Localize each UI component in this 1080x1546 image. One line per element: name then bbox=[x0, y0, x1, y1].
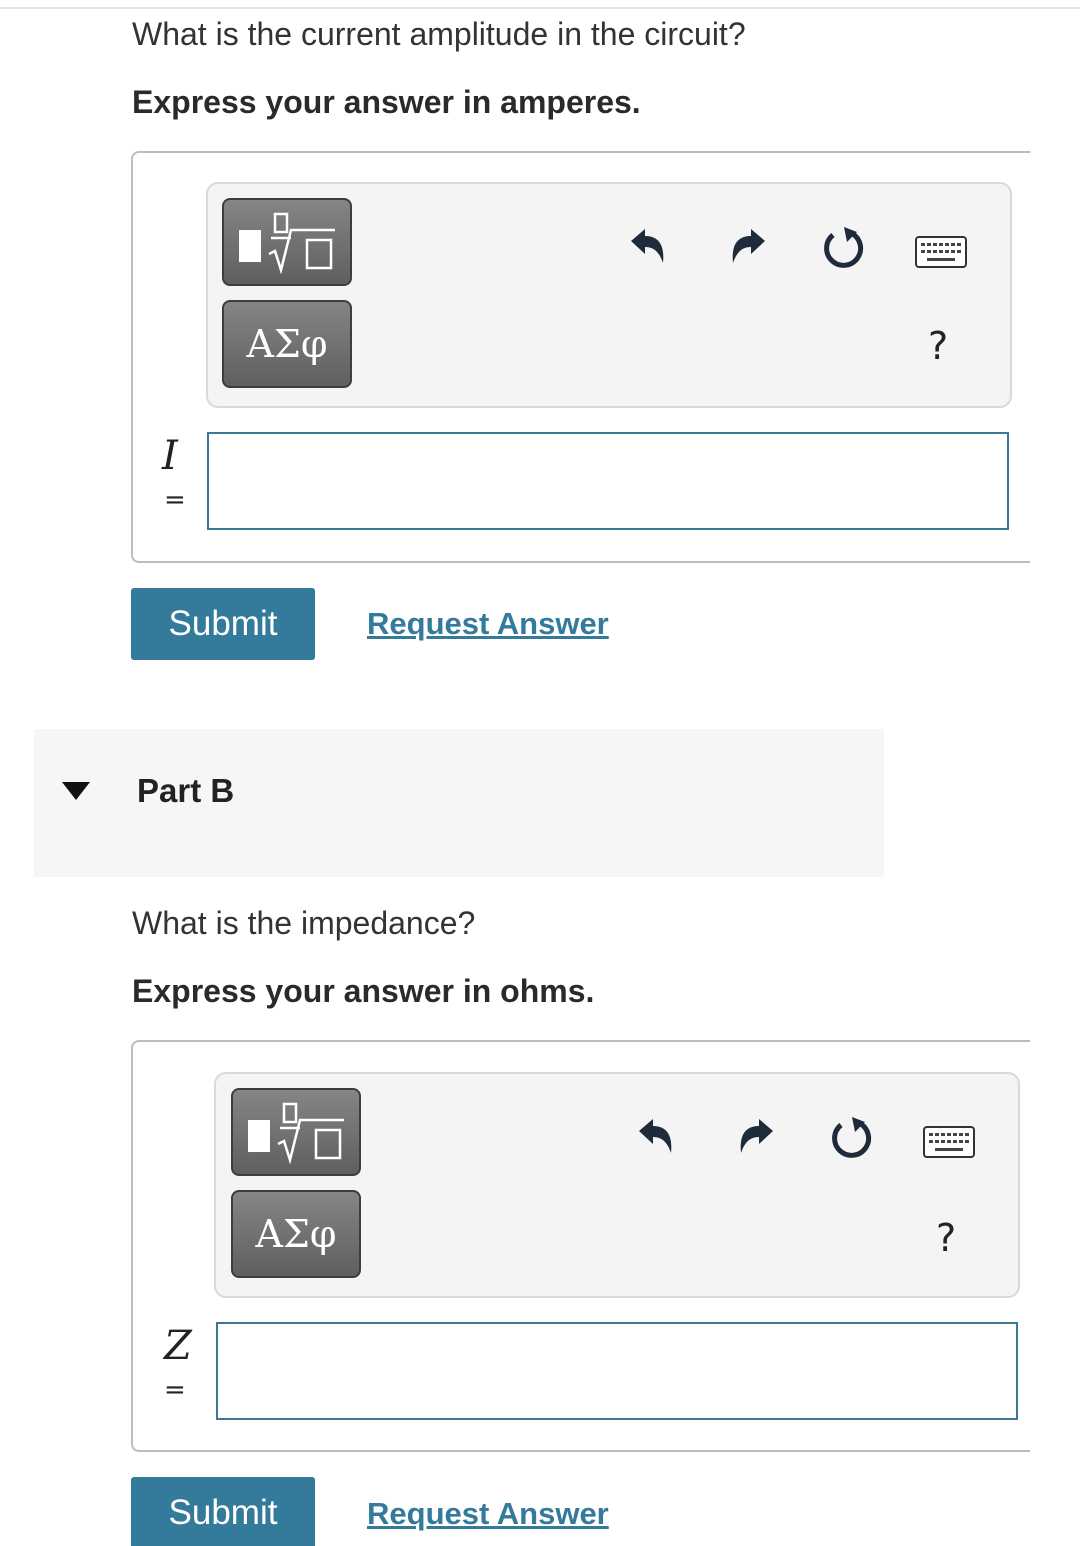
answer-input[interactable] bbox=[207, 432, 1009, 530]
variable-label: Z bbox=[164, 1323, 192, 1369]
reset-button[interactable] bbox=[820, 224, 868, 272]
reset-button[interactable] bbox=[828, 1114, 876, 1162]
answer-box: ΑΣφ bbox=[131, 151, 1030, 563]
answer-box: ΑΣφ bbox=[131, 1040, 1030, 1452]
greek-symbols-button[interactable]: ΑΣφ bbox=[231, 1190, 361, 1278]
help-button[interactable]: ? bbox=[936, 1216, 956, 1260]
part-title: Part B bbox=[137, 772, 235, 809]
answer-instruction: Express your answer in amperes. bbox=[132, 84, 641, 120]
templates-button[interactable] bbox=[231, 1088, 361, 1176]
undo-button[interactable] bbox=[634, 1114, 678, 1158]
keyboard-button[interactable] bbox=[922, 1124, 976, 1160]
submit-button[interactable]: Submit bbox=[131, 588, 315, 660]
request-answer-link[interactable]: Request Answer bbox=[367, 1496, 609, 1532]
reset-icon bbox=[832, 1117, 872, 1158]
variable-label: I bbox=[162, 433, 178, 479]
greek-symbols-button[interactable]: ΑΣφ bbox=[222, 300, 352, 388]
templates-button[interactable] bbox=[222, 198, 352, 286]
caret-down-icon bbox=[62, 782, 90, 800]
request-answer-link[interactable]: Request Answer bbox=[367, 606, 609, 642]
keyboard-icon bbox=[923, 1126, 975, 1158]
part-b-header[interactable]: Part B bbox=[34, 729, 884, 877]
keyboard-icon bbox=[915, 236, 967, 268]
redo-icon bbox=[732, 229, 765, 263]
undo-icon bbox=[631, 229, 664, 263]
redo-button[interactable] bbox=[734, 1114, 778, 1158]
reset-icon bbox=[824, 227, 864, 268]
answer-input[interactable] bbox=[216, 1322, 1018, 1420]
equals-sign: = bbox=[164, 1375, 186, 1405]
fraction-sqrt-icon bbox=[248, 1102, 344, 1164]
fraction-sqrt-icon bbox=[239, 212, 335, 274]
undo-button[interactable] bbox=[626, 224, 670, 268]
keyboard-button[interactable] bbox=[914, 234, 968, 270]
help-button[interactable]: ? bbox=[928, 324, 948, 368]
question-text: What is the impedance? bbox=[132, 905, 476, 941]
top-divider bbox=[0, 7, 1080, 9]
submit-button[interactable]: Submit bbox=[131, 1477, 315, 1546]
math-toolbar: ΑΣφ ? bbox=[214, 1072, 1020, 1298]
answer-instruction: Express your answer in ohms. bbox=[132, 973, 595, 1009]
math-toolbar: ΑΣφ ? bbox=[206, 182, 1012, 408]
question-text: What is the current amplitude in the cir… bbox=[132, 16, 746, 52]
undo-icon bbox=[639, 1119, 672, 1153]
equals-sign: = bbox=[164, 485, 186, 515]
redo-button[interactable] bbox=[726, 224, 770, 268]
redo-icon bbox=[740, 1119, 773, 1153]
